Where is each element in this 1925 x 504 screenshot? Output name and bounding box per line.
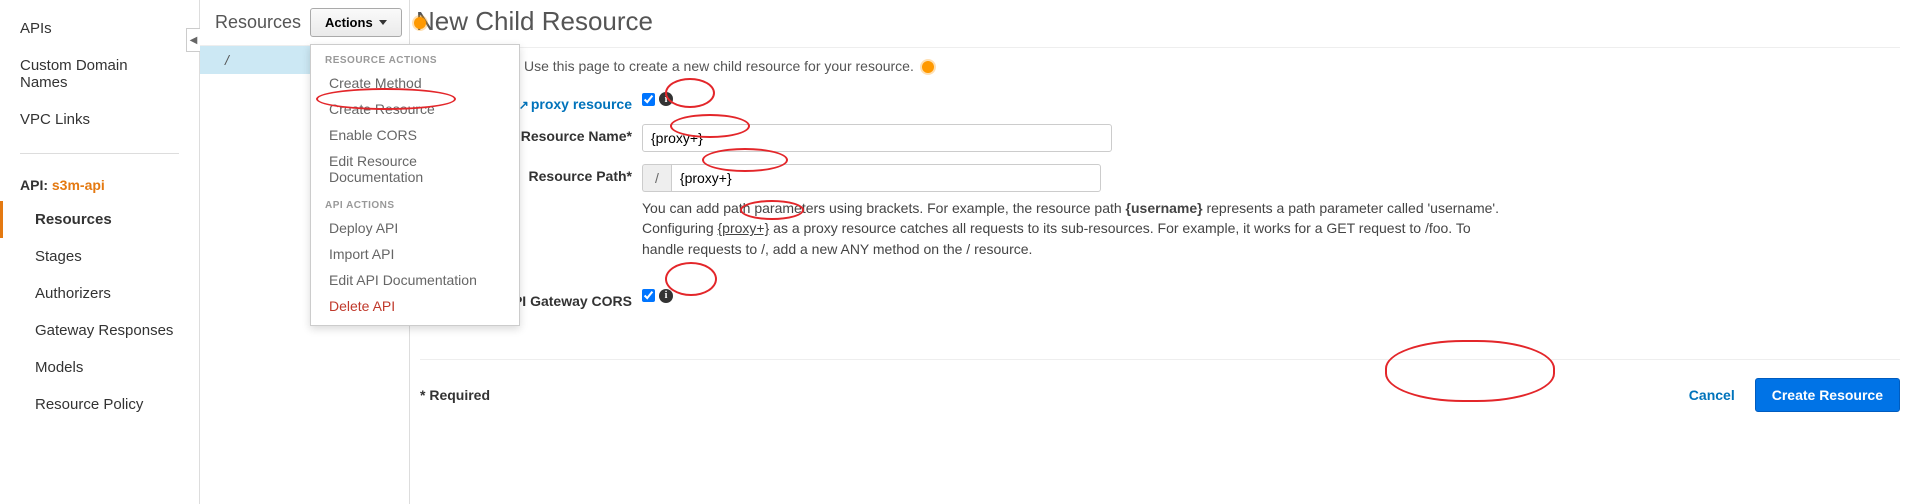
dd-header-resource: RESOURCE ACTIONS (311, 45, 519, 70)
resource-path-input[interactable] (671, 164, 1101, 192)
dd-header-api: API ACTIONS (311, 190, 519, 215)
row-resource-path: Resource Path* / You can add path parame… (420, 164, 1900, 259)
actions-area: Actions RESOURCE ACTIONS Create Method C… (310, 8, 426, 37)
external-link-icon: ↗ (519, 98, 529, 112)
path-help-text: You can add path parameters using bracke… (642, 198, 1512, 259)
dd-enable-cors[interactable]: Enable CORS (311, 122, 519, 148)
row-proxy-resource: Configure as ↗proxy resource i (420, 92, 1900, 112)
nav-resource-policy[interactable]: Resource Policy (0, 386, 199, 423)
create-resource-button[interactable]: Create Resource (1755, 378, 1900, 412)
api-name[interactable]: s3m-api (52, 177, 105, 193)
required-label: * Required (420, 387, 490, 403)
help-underline-proxy: {proxy+} (718, 220, 770, 236)
help-bold-username: {username} (1126, 200, 1203, 216)
collapse-sidebar-icon[interactable]: ◀ (186, 28, 200, 52)
chevron-down-icon (379, 20, 387, 25)
nav-stages[interactable]: Stages (0, 238, 199, 275)
form-footer: * Required Cancel Create Resource (420, 359, 1900, 412)
dd-create-method[interactable]: Create Method (311, 70, 519, 96)
nav-authorizers[interactable]: Authorizers (0, 275, 199, 312)
dd-import-api[interactable]: Import API (311, 241, 519, 267)
intro-text-value: Use this page to create a new child reso… (524, 58, 914, 74)
sidebar-link-custom-domain[interactable]: Custom Domain Names (0, 47, 199, 101)
highlight-dot-icon (414, 17, 426, 29)
info-icon[interactable]: i (659, 92, 673, 106)
page-title-text: New Child Resource (416, 6, 653, 37)
info-icon[interactable]: i (659, 289, 673, 303)
page-title: New Child Resource (416, 0, 1900, 48)
row-resource-name: Resource Name* (420, 124, 1900, 152)
dd-edit-resource-doc[interactable]: Edit Resource Documentation (311, 148, 519, 190)
proxy-checkbox[interactable] (642, 93, 655, 106)
nav-resources[interactable]: Resources (0, 201, 199, 238)
api-label-prefix: API: (20, 177, 52, 193)
actions-button-label: Actions (325, 15, 373, 30)
left-sidebar: APIs Custom Domain Names VPC Links API: … (0, 0, 200, 504)
row-cors: Enable API Gateway CORS i (420, 289, 1900, 309)
help-1: You can add path parameters using bracke… (642, 200, 1126, 216)
cancel-button[interactable]: Cancel (1689, 387, 1735, 403)
api-label: API: s3m-api (0, 169, 199, 201)
intro-text: Use this page to create a new child reso… (524, 58, 1900, 74)
sidebar-divider (20, 153, 179, 154)
dd-delete-api[interactable]: Delete API (311, 293, 519, 319)
nav-models[interactable]: Models (0, 349, 199, 386)
sidebar-link-vpc-links[interactable]: VPC Links (0, 101, 199, 138)
dd-deploy-api[interactable]: Deploy API (311, 215, 519, 241)
actions-dropdown: RESOURCE ACTIONS Create Method Create Re… (310, 44, 520, 326)
resource-name-input[interactable] (642, 124, 1112, 152)
nav-gateway-responses[interactable]: Gateway Responses (0, 312, 199, 349)
main-panel: New Child Resource Use this page to crea… (410, 0, 1925, 432)
dd-edit-api-doc[interactable]: Edit API Documentation (311, 267, 519, 293)
cors-checkbox[interactable] (642, 289, 655, 302)
proxy-resource-link[interactable]: proxy resource (531, 96, 632, 112)
path-prefix: / (642, 164, 671, 192)
highlight-dot-icon (922, 61, 934, 73)
dd-create-resource[interactable]: Create Resource (311, 96, 519, 122)
sidebar-link-apis[interactable]: APIs (0, 10, 199, 47)
actions-button[interactable]: Actions (310, 8, 402, 37)
